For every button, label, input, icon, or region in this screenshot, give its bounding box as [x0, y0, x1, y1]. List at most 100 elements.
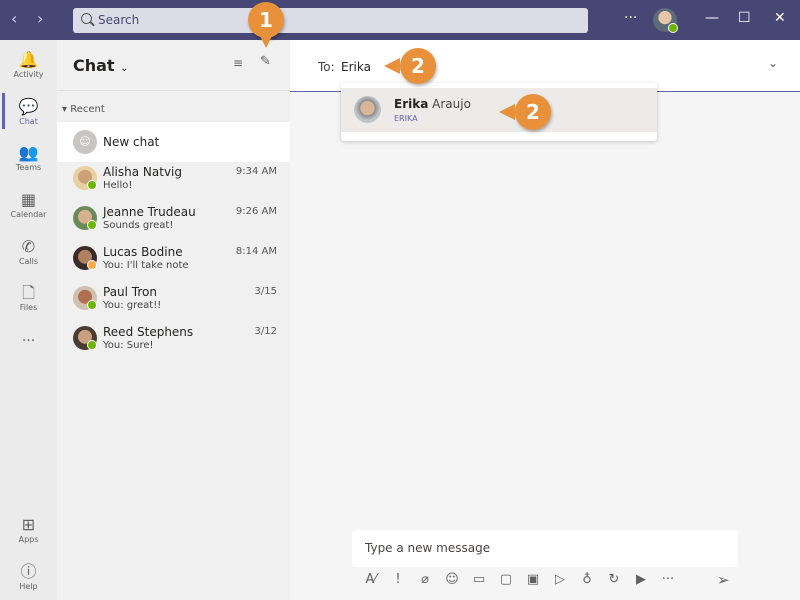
suggestion-sub: ERIKA: [394, 114, 418, 123]
rail-label: Chat: [19, 117, 38, 126]
callout-pointer: [259, 34, 273, 48]
recent-section[interactable]: ▾ Recent: [62, 104, 105, 115]
sticker-icon[interactable]: ▢: [497, 572, 515, 587]
avatar: [73, 166, 97, 190]
rail-label: Activity: [13, 70, 44, 79]
profile-avatar[interactable]: [653, 8, 678, 33]
chat-time: 9:34 AM: [235, 166, 277, 177]
chat-title[interactable]: Chat ⌄: [73, 56, 129, 75]
more-options-button[interactable]: ···: [624, 10, 637, 26]
chat-name: Jeanne Trudeau: [103, 205, 196, 219]
send-icon[interactable]: ➢: [717, 571, 730, 589]
filter-icon[interactable]: ≡: [233, 56, 243, 70]
chat-list-pane: Chat ⌄ ≡ ✎ ▾ Recent ☺ New chat Alisha Na…: [57, 40, 290, 600]
new-chat-compose-icon[interactable]: ✎: [260, 54, 271, 69]
chat-list-item[interactable]: Paul Tron You: great!! 3/15: [57, 282, 290, 322]
rail-more-button[interactable]: ···: [0, 333, 57, 349]
chat-name: Lucas Bodine: [103, 245, 183, 259]
format-icon[interactable]: A⁄: [362, 572, 380, 587]
forward-button[interactable]: ›: [37, 9, 43, 28]
meet-icon[interactable]: ▣: [524, 572, 542, 587]
minimize-button[interactable]: —: [705, 10, 719, 26]
chat-time: 3/15: [254, 286, 277, 297]
praise-icon[interactable]: ♁: [578, 572, 596, 587]
to-input[interactable]: Erika: [341, 60, 371, 74]
rail-help[interactable]: ⓘ Help: [0, 562, 57, 591]
phone-icon: ✆: [21, 237, 36, 256]
callout-2-suggestion: 2: [515, 94, 551, 130]
new-chat-label: New chat: [103, 135, 160, 149]
avatar: [73, 206, 97, 230]
rail-activity[interactable]: 🔔 Activity: [0, 50, 57, 79]
status-available-icon: [87, 340, 97, 350]
rail-label: Calls: [18, 257, 39, 266]
stream-icon[interactable]: ▷: [551, 572, 569, 587]
chat-name: Reed Stephens: [103, 325, 194, 339]
rail-calendar[interactable]: ▦ Calendar: [0, 190, 57, 219]
chevron-down-icon: ⌄: [120, 63, 129, 74]
status-available-icon: [87, 220, 97, 230]
chat-preview: Hello!: [103, 180, 133, 191]
more-icon[interactable]: ···: [659, 572, 677, 587]
search-input[interactable]: Search: [73, 8, 588, 33]
chat-icon: 💬: [18, 97, 39, 116]
back-button[interactable]: ‹: [11, 9, 17, 28]
expand-chevron-icon[interactable]: ⌄: [768, 56, 778, 70]
person-icon: ☺: [73, 130, 97, 154]
chat-list-item[interactable]: Lucas Bodine You: I'll take note 8:14 AM: [57, 242, 290, 282]
callout-pointer: [384, 58, 400, 74]
status-available-icon: [87, 180, 97, 190]
rail-label: Apps: [18, 535, 39, 544]
rail-label: Calendar: [10, 210, 47, 219]
file-icon: 🗋: [22, 283, 35, 302]
rail-label: Teams: [15, 163, 42, 172]
chat-preview: You: great!!: [103, 300, 162, 311]
chat-list-item[interactable]: Alisha Natvig Hello! 9:34 AM: [57, 162, 290, 202]
gif-icon[interactable]: ▭: [470, 572, 488, 587]
attach-icon[interactable]: ⌀: [416, 572, 434, 587]
app-rail: 🔔 Activity 💬 Chat 👥 Teams ▦ Calendar ✆ Calls …: [0, 40, 57, 600]
message-input[interactable]: Type a new message: [352, 530, 738, 567]
avatar: [73, 246, 97, 270]
chat-list-item[interactable]: Jeanne Trudeau Sounds great! 9:26 AM: [57, 202, 290, 242]
rail-teams[interactable]: 👥 Teams: [0, 143, 57, 172]
status-available-icon: [668, 23, 678, 33]
loop-icon[interactable]: ↻: [605, 572, 623, 587]
avatar: [73, 286, 97, 310]
chat-name: Alisha Natvig: [103, 165, 182, 179]
rail-calls[interactable]: ✆ Calls: [0, 237, 57, 266]
calendar-icon: ▦: [20, 190, 37, 209]
chat-list-item[interactable]: Reed Stephens You: Sure! 3/12: [57, 322, 290, 362]
close-button[interactable]: ✕: [774, 10, 786, 26]
status-available-icon: [87, 300, 97, 310]
to-label: To:: [318, 60, 335, 74]
rail-chat[interactable]: 💬 Chat: [0, 93, 57, 129]
callout-pointer: [499, 104, 515, 120]
chat-preview: Sounds great!: [103, 220, 174, 231]
chat-name: Paul Tron: [103, 285, 157, 299]
important-icon[interactable]: !: [389, 572, 407, 587]
status-away-icon: [87, 260, 97, 270]
search-placeholder: Search: [98, 13, 140, 27]
callout-2-to: 2: [400, 48, 436, 84]
new-chat-row[interactable]: ☺ New chat: [57, 122, 290, 162]
emoji-icon[interactable]: ☺: [443, 572, 461, 587]
rail-label: Files: [19, 303, 38, 312]
rail-files[interactable]: 🗋 Files: [0, 283, 57, 312]
rail-apps[interactable]: ⊞ Apps: [0, 515, 57, 544]
callout-1: 1: [248, 2, 284, 38]
chat-time: 8:14 AM: [235, 246, 277, 257]
bell-icon: 🔔: [18, 50, 39, 69]
apps-icon: ⊞: [21, 515, 36, 534]
teams-icon: 👥: [18, 143, 39, 162]
chat-time: 9:26 AM: [235, 206, 277, 217]
video-icon[interactable]: ▶: [632, 572, 650, 587]
chat-time: 3/12: [254, 326, 277, 337]
maximize-button[interactable]: ☐: [738, 10, 751, 26]
avatar: [354, 96, 381, 123]
help-icon: ⓘ: [20, 562, 37, 581]
rail-label: Help: [19, 582, 38, 591]
avatar: [73, 326, 97, 350]
chat-preview: You: I'll take note: [103, 260, 189, 271]
search-icon: [81, 13, 92, 24]
